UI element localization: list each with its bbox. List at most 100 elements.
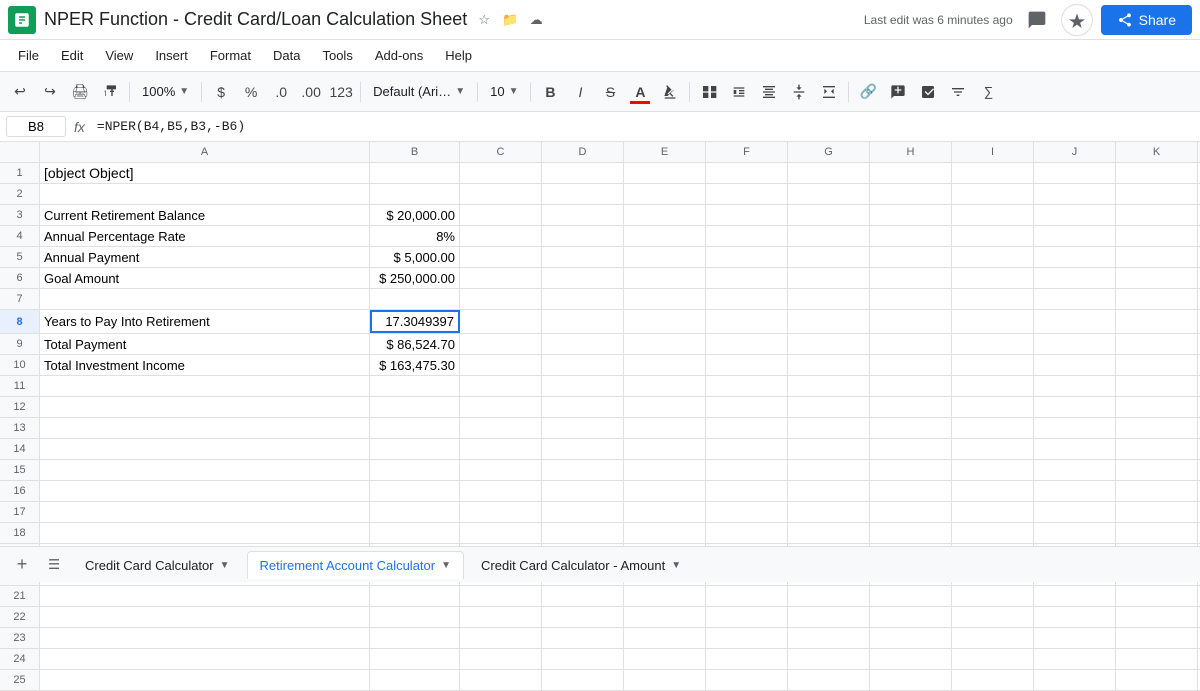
chart-button[interactable] bbox=[914, 78, 942, 106]
currency-button[interactable]: $ bbox=[207, 78, 235, 106]
cell-j4[interactable] bbox=[1034, 226, 1116, 246]
cell-d2[interactable] bbox=[542, 184, 624, 204]
cell-d1[interactable] bbox=[542, 163, 624, 183]
cell-i10[interactable] bbox=[952, 355, 1034, 375]
col-header-k[interactable]: K bbox=[1116, 142, 1198, 162]
col-header-h[interactable]: H bbox=[870, 142, 952, 162]
add-sheet-button[interactable]: + bbox=[8, 551, 36, 579]
cell-f5[interactable] bbox=[706, 247, 788, 267]
cell-f2[interactable] bbox=[706, 184, 788, 204]
undo-button[interactable]: ↩ bbox=[6, 78, 34, 106]
cell-g8[interactable] bbox=[788, 310, 870, 333]
borders-button[interactable] bbox=[695, 78, 723, 106]
tab-credit-card-calculator-amount[interactable]: Credit Card Calculator - Amount ▼ bbox=[468, 551, 694, 579]
menu-help[interactable]: Help bbox=[435, 44, 482, 67]
cell-i2[interactable] bbox=[952, 184, 1034, 204]
cell-a6[interactable]: Goal Amount bbox=[40, 268, 370, 288]
cell-e3[interactable] bbox=[624, 205, 706, 225]
cell-e7[interactable] bbox=[624, 289, 706, 309]
cell-g1[interactable] bbox=[788, 163, 870, 183]
italic-button[interactable]: I bbox=[566, 78, 594, 106]
cell-h10[interactable] bbox=[870, 355, 952, 375]
menu-insert[interactable]: Insert bbox=[145, 44, 198, 67]
cell-h2[interactable] bbox=[870, 184, 952, 204]
cell-c6[interactable] bbox=[460, 268, 542, 288]
cell-j8[interactable] bbox=[1034, 310, 1116, 333]
sheet-list-button[interactable]: ☰ bbox=[40, 551, 68, 579]
cell-c7[interactable] bbox=[460, 289, 542, 309]
highlight-color-button[interactable] bbox=[656, 78, 684, 106]
cell-b1[interactable] bbox=[370, 163, 460, 183]
font-size-dropdown[interactable]: 10 ▼ bbox=[483, 81, 525, 102]
cell-e1[interactable] bbox=[624, 163, 706, 183]
text-rotate-button[interactable] bbox=[815, 78, 843, 106]
cell-k1[interactable] bbox=[1116, 163, 1198, 183]
cell-j2[interactable] bbox=[1034, 184, 1116, 204]
cell-j7[interactable] bbox=[1034, 289, 1116, 309]
col-header-f[interactable]: F bbox=[706, 142, 788, 162]
col-header-i[interactable]: I bbox=[952, 142, 1034, 162]
print-button[interactable]: 🖨 bbox=[66, 78, 94, 106]
cell-j5[interactable] bbox=[1034, 247, 1116, 267]
cell-d6[interactable] bbox=[542, 268, 624, 288]
cell-j10[interactable] bbox=[1034, 355, 1116, 375]
filter-button[interactable] bbox=[944, 78, 972, 106]
star-icon[interactable]: ☆ bbox=[475, 11, 493, 29]
col-header-b[interactable]: B bbox=[370, 142, 460, 162]
cell-g3[interactable] bbox=[788, 205, 870, 225]
cell-h3[interactable] bbox=[870, 205, 952, 225]
cell-h8[interactable] bbox=[870, 310, 952, 333]
col-header-c[interactable]: C bbox=[460, 142, 542, 162]
cell-e9[interactable] bbox=[624, 334, 706, 354]
cell-f1[interactable] bbox=[706, 163, 788, 183]
col-header-a[interactable]: A bbox=[40, 142, 370, 162]
cell-b4[interactable]: 8% bbox=[370, 226, 460, 246]
cell-e2[interactable] bbox=[624, 184, 706, 204]
strikethrough-button[interactable]: S bbox=[596, 78, 624, 106]
cell-i1[interactable] bbox=[952, 163, 1034, 183]
cell-k7[interactable] bbox=[1116, 289, 1198, 309]
cell-k4[interactable] bbox=[1116, 226, 1198, 246]
cell-c3[interactable] bbox=[460, 205, 542, 225]
share-button[interactable]: Share bbox=[1101, 5, 1192, 35]
cell-a3[interactable]: Current Retirement Balance bbox=[40, 205, 370, 225]
font-color-button[interactable]: A bbox=[626, 78, 654, 106]
cell-g4[interactable] bbox=[788, 226, 870, 246]
cell-a9[interactable]: Total Payment bbox=[40, 334, 370, 354]
cell-b5[interactable]: $ 5,000.00 bbox=[370, 247, 460, 267]
cell-i8[interactable] bbox=[952, 310, 1034, 333]
cell-k10[interactable] bbox=[1116, 355, 1198, 375]
decimal-two-button[interactable]: .00 bbox=[297, 78, 325, 106]
function-button[interactable]: ∑ bbox=[974, 78, 1002, 106]
bold-button[interactable]: B bbox=[536, 78, 564, 106]
menu-edit[interactable]: Edit bbox=[51, 44, 93, 67]
cell-reference-input[interactable]: B8 bbox=[6, 116, 66, 137]
cell-a5[interactable]: Annual Payment bbox=[40, 247, 370, 267]
cell-b10[interactable]: $ 163,475.30 bbox=[370, 355, 460, 375]
cell-i6[interactable] bbox=[952, 268, 1034, 288]
percent-button[interactable]: % bbox=[237, 78, 265, 106]
folder-icon[interactable]: 📁 bbox=[501, 11, 519, 29]
cell-c9[interactable] bbox=[460, 334, 542, 354]
cell-k2[interactable] bbox=[1116, 184, 1198, 204]
cell-b3[interactable]: $ 20,000.00 bbox=[370, 205, 460, 225]
comment-button[interactable] bbox=[1021, 4, 1053, 36]
cell-f6[interactable] bbox=[706, 268, 788, 288]
explore-button[interactable] bbox=[1061, 4, 1093, 36]
cell-c1[interactable] bbox=[460, 163, 542, 183]
cell-a7[interactable] bbox=[40, 289, 370, 309]
cell-i3[interactable] bbox=[952, 205, 1034, 225]
menu-data[interactable]: Data bbox=[263, 44, 310, 67]
cell-g10[interactable] bbox=[788, 355, 870, 375]
cell-i7[interactable] bbox=[952, 289, 1034, 309]
cell-j3[interactable] bbox=[1034, 205, 1116, 225]
cell-h9[interactable] bbox=[870, 334, 952, 354]
cell-a4[interactable]: Annual Percentage Rate bbox=[40, 226, 370, 246]
redo-button[interactable]: ↪ bbox=[36, 78, 64, 106]
cell-e6[interactable] bbox=[624, 268, 706, 288]
menu-view[interactable]: View bbox=[95, 44, 143, 67]
col-header-d[interactable]: D bbox=[542, 142, 624, 162]
cell-i5[interactable] bbox=[952, 247, 1034, 267]
menu-tools[interactable]: Tools bbox=[312, 44, 362, 67]
cell-c10[interactable] bbox=[460, 355, 542, 375]
